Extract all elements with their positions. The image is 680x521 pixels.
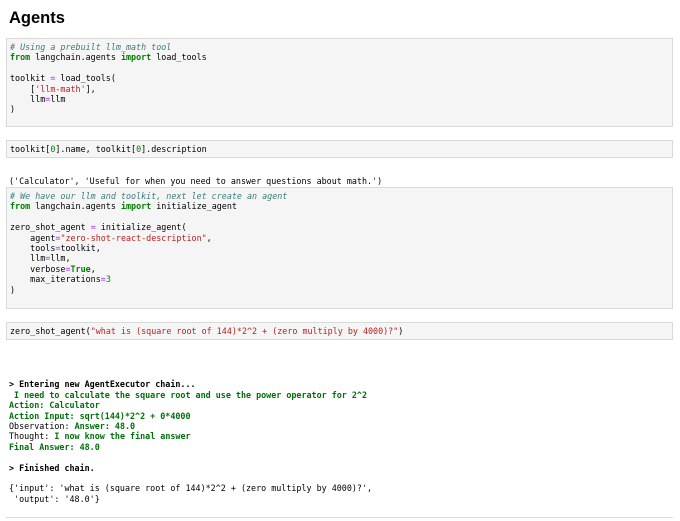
code-token: ): [10, 104, 16, 115]
string-literal: "what is (square root of 144)*2^2 + (zer…: [90, 326, 399, 336]
trace-action-input: Action Input: sqrt(144)*2^2 + 0*4000: [9, 410, 191, 421]
code-token: [: [10, 83, 36, 94]
code-cell-toolkit-name[interactable]: toolkit[0].name, toolkit[0].description: [6, 140, 673, 158]
code-token: load_tools(: [55, 73, 116, 84]
code-comment: # Using a prebuilt llm_math tool: [10, 42, 172, 52]
agent-trace-output: > Entering new AgentExecutor chain... I …: [9, 369, 372, 515]
keyword-import: import: [120, 52, 152, 63]
code-token: llm: [50, 93, 66, 104]
output-text: ('Calculator', 'Useful for when you need…: [9, 176, 383, 187]
code-cell-initialize-agent[interactable]: # We have our llm and toolkit, next let …: [6, 187, 673, 309]
code-token: ): [398, 326, 404, 336]
code-editor[interactable]: # Using a prebuilt llm_math tool from lan…: [10, 42, 672, 115]
code-token: toolkit[: [10, 144, 51, 154]
result-line-1: {'input': 'what is (square root of 144)*…: [9, 483, 373, 494]
trace-action: Action: Calculator: [9, 400, 100, 411]
trace-thought: I need to calculate the square root and …: [9, 389, 367, 400]
code-comment: # We have our llm and toolkit, next let …: [10, 191, 288, 201]
code-token: initialize_agent(: [95, 222, 187, 233]
trace-entering: > Entering new AgentExecutor chain...: [9, 379, 196, 390]
code-token: verbose: [10, 263, 66, 274]
module-name: langchain.agents: [30, 201, 121, 212]
code-token: ],: [85, 83, 96, 94]
code-token: llm,: [50, 253, 71, 264]
code-token: llm: [10, 253, 46, 264]
trace-thought-value: I now know the final answer: [54, 431, 191, 442]
code-token: toolkit,: [60, 242, 101, 253]
trace-observation-value: Answer: 48.0: [74, 420, 136, 431]
trace-thought-label: Thought:: [9, 431, 55, 442]
import-name: initialize_agent: [151, 201, 237, 212]
result-line-2: 'output': '48.0'}: [9, 493, 100, 504]
import-name: load_tools: [151, 52, 207, 63]
code-cell-load-tools[interactable]: # Using a prebuilt llm_math tool from lan…: [6, 38, 673, 127]
keyword-true: True: [70, 263, 91, 274]
string-literal: 'llm-math': [35, 83, 86, 94]
section-heading: Agents: [9, 9, 65, 27]
code-token: ].name, toolkit[: [55, 144, 137, 154]
code-token: ,: [90, 263, 96, 274]
code-editor[interactable]: zero_shot_agent("what is (square root of…: [10, 326, 672, 336]
trace-final-answer: Final Answer: 48.0: [9, 441, 100, 452]
code-cell-run-agent[interactable]: zero_shot_agent("what is (square root of…: [6, 322, 673, 340]
code-token: max_iterations: [10, 274, 101, 285]
code-token: llm: [10, 93, 46, 104]
code-token: zero_shot_agent: [10, 222, 91, 233]
cell-divider: [6, 517, 673, 518]
code-token: agent: [10, 232, 56, 243]
code-editor[interactable]: # We have our llm and toolkit, next let …: [10, 191, 672, 295]
code-editor[interactable]: toolkit[0].name, toolkit[0].description: [10, 144, 672, 154]
keyword-import: import: [120, 201, 152, 212]
code-token: zero_shot_agent(: [10, 326, 91, 336]
keyword-from: from: [10, 52, 31, 63]
code-token: toolkit: [10, 73, 51, 84]
trace-finished: > Finished chain.: [9, 462, 95, 473]
code-token: tools: [10, 242, 56, 253]
string-literal: "zero-shot-react-description": [60, 232, 207, 243]
code-token: ].description: [141, 144, 207, 154]
number-literal: 3: [105, 274, 111, 285]
code-token: ): [10, 284, 16, 295]
code-token: ,: [206, 232, 212, 243]
module-name: langchain.agents: [30, 52, 121, 63]
trace-observation-label: Observation:: [9, 420, 75, 431]
keyword-from: from: [10, 201, 31, 212]
